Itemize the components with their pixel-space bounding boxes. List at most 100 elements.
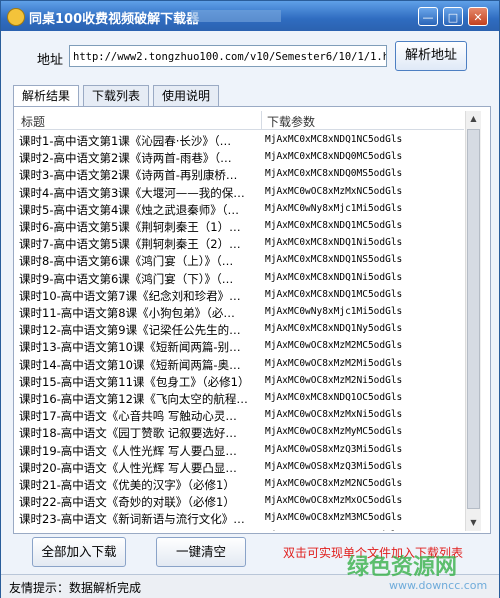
item-title: 课时6-高中语文第5课《荆轲刺秦王（1）… [19,220,241,234]
item-title: 课时8-高中语文第6课《鸿门宴（上）》（… [19,254,234,269]
item-param: MjAxMC0wOC8xMzMxNi5odGls [265,409,403,421]
list-item[interactable]: 课时24-高中语文《第一单元复习》（必修1） MjAxMS0xMS8yMTI2OC… [17,528,464,531]
item-param: MjAxMC0wOC8xMzM2Ni5odGls [265,374,403,386]
item-param: MjAxMC0xMC8xNDQ0MS5odGls [265,168,403,180]
item-param: MjAxMC0wNy8xMjc1Mi5odGls [265,202,403,214]
list-item[interactable]: 课时6-高中语文第5课《荆轲刺秦王（1）… MjAxMC0xMC8xNDQ1MC5… [17,218,464,235]
item-title: 课时24-高中语文《第一单元复习》（必修1） [19,529,257,531]
item-title: 课时15-高中语文第11课《包身工》（必修1） [19,374,250,389]
item-title: 课时18-高中语文《园丁赞歌 记叙要选好… [19,426,237,441]
item-title: 课时17-高中语文《心音共鸣 写触动心灵… [19,409,237,424]
title-bar[interactable]: 同桌100收费视频破解下载器 — □ ✕ [1,1,499,31]
list-item[interactable]: 课时9-高中语文第6课《鸿门宴（下）》（… MjAxMC0xMC8xNDQ1Ni5… [17,270,464,287]
scroll-down-icon[interactable]: ▼ [466,515,481,531]
watermark-brand: 绿色资源网 [347,555,458,580]
item-param: MjAxMC0xMC8xNDQ1Ni5odGls [265,271,403,283]
item-title: 课时10-高中语文第7课《纪念刘和珍君》… [19,288,241,303]
item-title: 课时1-高中语文第1课《沁园春·长沙》（… [19,134,232,148]
list-item[interactable]: 课时3-高中语文第2课《诗两首-再别康桥… MjAxMC0xMC8xNDQ0MS5… [17,166,464,183]
minimize-icon[interactable]: — [418,7,438,26]
item-title: 课时4-高中语文第3课《大堰河——我的保… [19,185,245,200]
item-param: MjAxMC0wOC8xMzM2NC5odGls [265,478,403,489]
item-param: MjAxMC0xMC8xNDQ1Ny5odGls [265,323,403,335]
item-title: 课时12-高中语文第9课《记梁任公先生的… [19,323,241,338]
app-icon [7,8,25,26]
list-item[interactable]: 课时8-高中语文第6课《鸿门宴（上）》（… MjAxMC0xMC8xNDQ1NS5… [17,252,464,269]
close-icon[interactable]: ✕ [468,7,488,26]
list-item[interactable]: 课时13-高中语文第10课《短新闻两篇-别… MjAxMC0wOC8xMzM2MC… [17,338,464,355]
item-param: MjAxMC0xMC8xNDQ1NS5odGls [265,254,403,266]
list-item[interactable]: 课时23-高中语文《新词新语与流行文化》… MjAxMC0wOC8xMzM3MC5… [17,510,464,527]
scroll-up-icon[interactable]: ▲ [466,111,481,127]
item-param: MjAxMC0xMC8xNDQ1MC5odGls [265,288,403,300]
item-title: 课时3-高中语文第2课《诗两首-再别康桥… [19,168,238,183]
list-item[interactable]: 课时17-高中语文《心音共鸣 写触动心灵… MjAxMC0wOC8xMzMxNi5… [17,407,464,424]
item-title: 课时16-高中语文第12课《飞向太空的航程… [19,392,248,406]
item-title: 课时5-高中语文第4课《烛之武退秦师》（… [19,202,240,217]
list-item[interactable]: 课时5-高中语文第4课《烛之武退秦师》（… MjAxMC0wNy8xMjc1Mi5… [17,201,464,218]
list-item[interactable]: 课时14-高中语文第10课《短新闻两篇-奥… MjAxMC0wOC8xMzM2Mi… [17,356,464,373]
item-title: 课时22-高中语文《奇妙的对联》（必修1） [19,495,235,510]
tab-parse-results[interactable]: 解析结果 [13,85,79,108]
item-param: MjAxMC0wOC8xMzMyMC5odGls [265,426,403,438]
item-param: MjAxMC0wOS8xMzQ3Mi5odGls [265,460,403,472]
item-param: MjAxMC0xMC8xNDQ1NC5odGls [265,134,403,145]
list-item[interactable]: 课时1-高中语文第1课《沁园春·长沙》（… MjAxMC0xMC8xNDQ1NC5… [17,132,464,149]
item-param: MjAxMS0xMS8yMTI2OC5odGls [265,530,402,531]
item-param: MjAxMC0wOC8xMzM2Mi5odGls [265,357,403,369]
item-param: MjAxMC0wOC8xMzMxOC5odGls [265,495,403,507]
list-item[interactable]: 课时7-高中语文第5课《荆轲刺秦王（2）… MjAxMC0xMC8xNDQ1Ni5… [17,235,464,252]
app-window: 同桌100收费视频破解下载器 — □ ✕ 地址 http://www2.tong… [0,0,500,598]
item-param: MjAxMC0wOS8xMzQ3Mi5odGls [265,443,403,455]
title-redaction [191,10,281,22]
list-item[interactable]: 课时4-高中语文第3课《大堰河——我的保… MjAxMC0wOC8xMzMxNC5… [17,184,464,201]
item-title: 课时21-高中语文《优美的汉字》（必修1） [19,478,235,492]
list-item[interactable]: 课时22-高中语文《奇妙的对联》（必修1） MjAxMC0wOC8xMzMxOC5… [17,493,464,510]
list-header: 标题 下载参数 [17,111,464,130]
item-param: MjAxMC0wOC8xMzM2MC5odGls [265,340,403,352]
item-param: MjAxMC0wOC8xMzM3MC5odGls [265,512,403,524]
status-text: 友情提示：数据解析完成 [9,581,142,595]
list-item[interactable]: 课时18-高中语文《园丁赞歌 记叙要选好… MjAxMC0wOC8xMzMyMC5… [17,424,464,441]
results-list[interactable]: 标题 下载参数 课时1-高中语文第1课《沁园春·长沙》（… MjAxMC0xMC8… [17,111,464,531]
list-item[interactable]: 课时20-高中语文《人性光辉 写人要凸显… MjAxMC0wOS8xMzQ3Mi5… [17,459,464,476]
item-title: 课时23-高中语文《新词新语与流行文化》… [19,512,245,527]
item-title: 课时20-高中语文《人性光辉 写人要凸显… [19,460,237,475]
add-all-download-button[interactable]: 全部加入下载 [32,537,126,567]
item-title: 课时9-高中语文第6课《鸿门宴（下）》（… [19,271,234,286]
tab-download-list[interactable]: 下载列表 [83,85,149,107]
list-item[interactable]: 课时10-高中语文第7课《纪念刘和珍君》… MjAxMC0xMC8xNDQ1MC5… [17,287,464,304]
item-param: MjAxMC0wOC8xMzMxNC5odGls [265,185,403,197]
item-title: 课时13-高中语文第10课《短新闻两篇-别… [19,340,241,355]
clear-all-button[interactable]: 一键清空 [156,537,246,567]
column-header-params[interactable]: 下载参数 [267,113,315,130]
item-param: MjAxMC0wNy8xMjc1Mi5odGls [265,306,403,317]
scroll-thumb[interactable] [467,129,480,509]
column-divider[interactable] [261,111,262,129]
item-param: MjAxMC0xMC8xNDQ1Ni5odGls [265,237,403,249]
item-param: MjAxMC0xMC8xNDQ1OC5odGls [265,392,403,403]
watermark-url: www.downcc.com [389,579,488,592]
maximize-icon[interactable]: □ [443,7,463,26]
item-title: 课时2-高中语文第2课《诗两首-雨巷》（… [19,151,232,166]
list-item[interactable]: 课时15-高中语文第11课《包身工》（必修1） MjAxMC0wOC8xMzM2N… [17,373,464,390]
address-label: 地址 [37,53,64,68]
list-item[interactable]: 课时16-高中语文第12课《飞向太空的航程… MjAxMC0xMC8xNDQ1OC… [17,390,464,407]
list-item[interactable]: 课时11-高中语文第8课《小狗包弟》（必… MjAxMC0wNy8xMjc1Mi5… [17,304,464,321]
address-input[interactable]: http://www2.tongzhuo100.com/v10/Semester… [69,45,387,67]
item-title: 课时7-高中语文第5课《荆轲刺秦王（2）… [19,237,241,252]
window-title: 同桌100收费视频破解下载器 [29,12,200,27]
item-param: MjAxMC0xMC8xNDQ0MC5odGls [265,151,403,163]
list-item[interactable]: 课时12-高中语文第9课《记梁任公先生的… MjAxMC0xMC8xNDQ1Ny5… [17,321,464,338]
column-header-title[interactable]: 标题 [21,113,45,130]
item-param: MjAxMC0xMC8xNDQ1MC5odGls [265,220,403,231]
item-title: 课时14-高中语文第10课《短新闻两篇-奥… [19,357,241,372]
list-scrollbar[interactable]: ▲ ▼ [465,111,481,531]
list-item[interactable]: 课时2-高中语文第2课《诗两首-雨巷》（… MjAxMC0xMC8xNDQ0MC5… [17,149,464,166]
item-title: 课时11-高中语文第8课《小狗包弟》（必… [19,306,235,320]
tab-instructions[interactable]: 使用说明 [153,85,219,107]
list-item[interactable]: 课时21-高中语文《优美的汉字》（必修1） MjAxMC0wOC8xMzM2NC5… [17,476,464,493]
list-item[interactable]: 课时19-高中语文《人性光辉 写人要凸显… MjAxMC0wOS8xMzQ3Mi5… [17,442,464,459]
item-title: 课时19-高中语文《人性光辉 写人要凸显… [19,443,237,458]
parse-address-button[interactable]: 解析地址 [395,41,467,71]
